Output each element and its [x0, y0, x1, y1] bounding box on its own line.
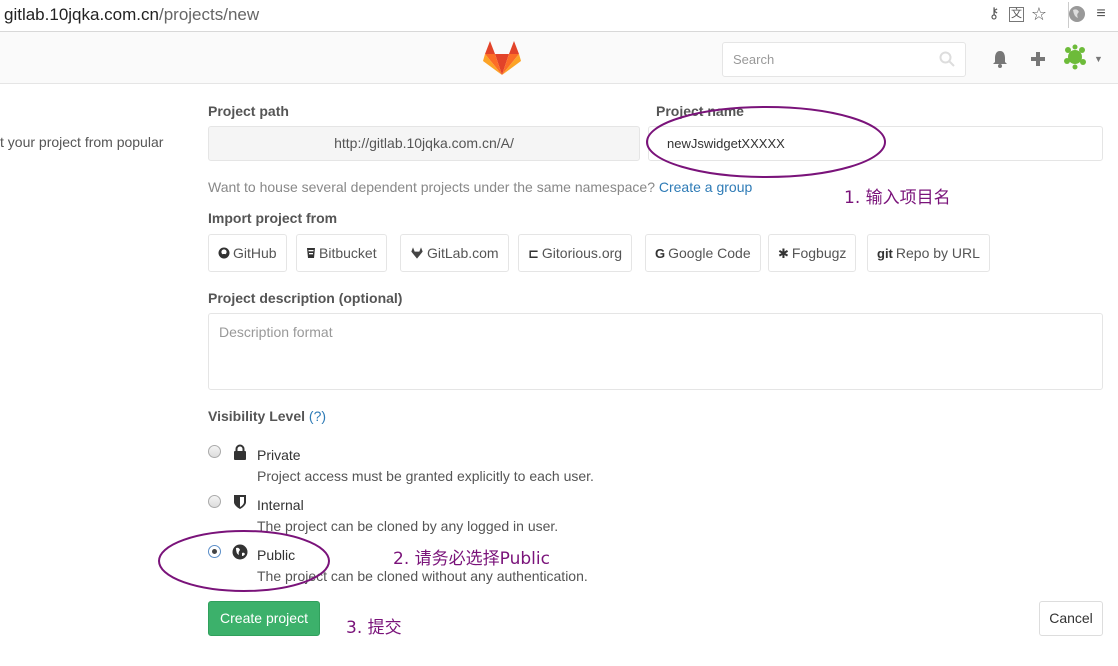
description-label: Project description (optional): [208, 290, 403, 306]
visibility-label: Visibility Level (?): [208, 408, 327, 424]
left-intro-text: t your project from popular: [0, 134, 164, 150]
import-google-code-button[interactable]: G Google Code: [645, 234, 761, 272]
lock-icon: [234, 444, 246, 460]
visibility-public-desc: The project can be cloned without any au…: [257, 568, 588, 584]
git-icon: git: [877, 246, 893, 261]
visibility-help-link[interactable]: (?): [309, 408, 326, 424]
key-icon[interactable]: ⚷: [985, 5, 1003, 23]
gitorious-icon: ⊏: [528, 246, 539, 261]
import-gitorious-button[interactable]: ⊏ Gitorious.org: [518, 234, 633, 272]
chevron-down-icon[interactable]: ▼: [1094, 54, 1103, 64]
avatar[interactable]: [1062, 44, 1088, 70]
bitbucket-icon: [307, 248, 315, 258]
google-icon: G: [655, 246, 666, 261]
url-text[interactable]: gitlab.10jqka.com.cn/projects/new: [4, 5, 259, 25]
visibility-private-title: Private: [257, 447, 301, 463]
import-fogbugz-button[interactable]: ✱ Fogbugz: [768, 234, 857, 272]
annotation-step3: 3. 提交: [346, 618, 402, 638]
import-github-button[interactable]: GitHub: [208, 234, 287, 272]
project-name-input[interactable]: newJswidgetXXXXX: [648, 126, 1103, 161]
search-input[interactable]: [723, 43, 923, 76]
cancel-button[interactable]: Cancel: [1039, 601, 1103, 636]
plus-icon[interactable]: [1027, 48, 1049, 70]
import-label: Import project from: [208, 210, 338, 226]
annotation-step2: 2. 请务必选择Public: [393, 549, 550, 569]
create-project-button[interactable]: Create project: [208, 601, 320, 636]
radio-public[interactable]: [208, 545, 221, 558]
search-icon[interactable]: [939, 51, 955, 67]
create-group-link[interactable]: Create a group: [659, 179, 752, 195]
globe-extension-icon[interactable]: [1068, 5, 1086, 23]
github-icon: [218, 247, 230, 259]
star-icon[interactable]: ☆: [1030, 5, 1048, 23]
visibility-public-title: Public: [257, 547, 296, 563]
translate-icon[interactable]: 文: [1009, 6, 1024, 22]
browser-address-bar[interactable]: gitlab.10jqka.com.cn/projects/new ⚷ 文 ☆ …: [0, 0, 1118, 32]
annotation-step1: 1. 输入项目名: [844, 188, 951, 208]
gitlab-logo-icon[interactable]: [483, 40, 521, 76]
globe-icon: [232, 544, 248, 560]
bell-icon[interactable]: [989, 48, 1011, 70]
visibility-internal-title: Internal: [257, 497, 304, 513]
visibility-private-desc: Project access must be granted explicitl…: [257, 468, 594, 484]
import-bitbucket-button[interactable]: Bitbucket: [296, 234, 387, 272]
namespace-hint: Want to house several dependent projects…: [208, 179, 753, 195]
menu-icon[interactable]: ≡: [1092, 5, 1110, 23]
description-textarea[interactable]: Description format: [208, 313, 1103, 390]
project-path-label: Project path: [208, 103, 289, 119]
bug-icon: ✱: [778, 246, 789, 261]
search-box[interactable]: [722, 42, 966, 77]
project-name-label: Project name: [656, 103, 744, 119]
visibility-internal-desc: The project can be cloned by any logged …: [257, 518, 559, 534]
import-gitlab-button[interactable]: GitLab.com: [400, 234, 509, 272]
import-repo-url-button[interactable]: git Repo by URL: [867, 234, 990, 272]
shield-icon: [234, 495, 246, 509]
gitlab-header: ▼: [0, 32, 1118, 84]
radio-internal[interactable]: [208, 495, 221, 508]
gitlab-icon: [411, 247, 423, 259]
radio-private[interactable]: [208, 445, 221, 458]
project-path-field[interactable]: http://gitlab.10jqka.com.cn/A/: [208, 126, 640, 161]
